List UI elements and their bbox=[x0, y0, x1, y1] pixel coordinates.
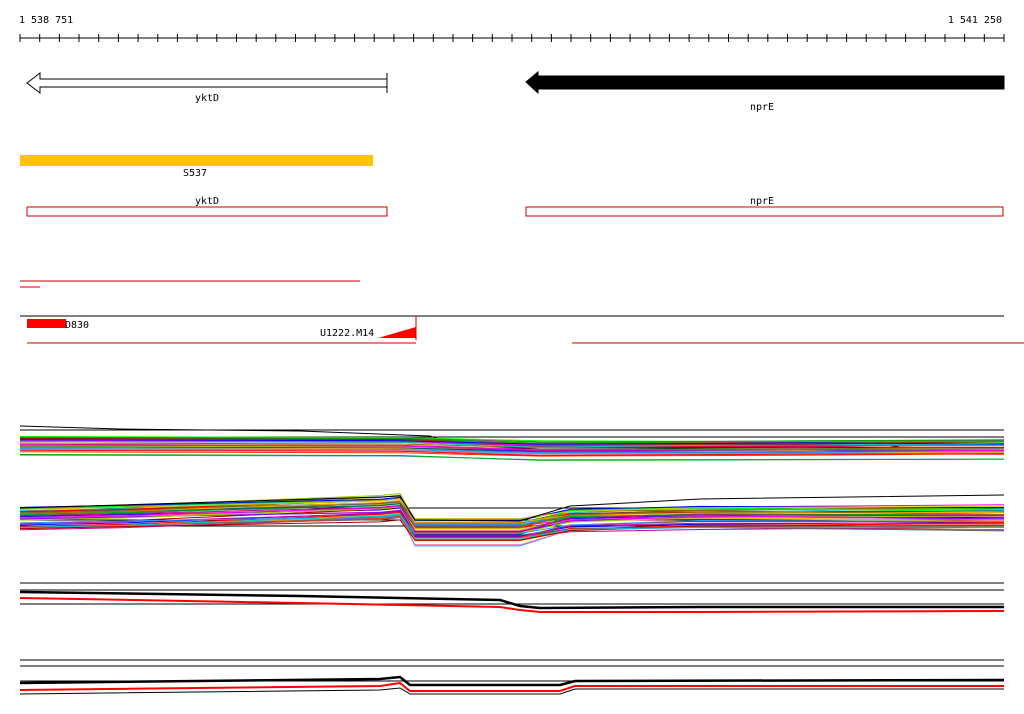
red-line-track bbox=[20, 280, 360, 288]
feature-track: D830 U1222.M14 bbox=[20, 315, 1024, 344]
panel-1-traces bbox=[19, 436, 1005, 461]
segment-bar[interactable] bbox=[20, 155, 373, 166]
gene-arrow-yktD[interactable] bbox=[26, 71, 388, 95]
ruler-end-label: 1 541 250 bbox=[948, 15, 1002, 26]
gene-track: yktD nprE bbox=[26, 70, 1005, 113]
profile-panel-1 bbox=[19, 425, 1005, 461]
profile-panel-3 bbox=[19, 582, 1005, 613]
feature-right-label: U1222.M14 bbox=[320, 328, 374, 339]
profile-panel-2 bbox=[19, 492, 1005, 547]
annotation-label-yktD: yktD bbox=[195, 196, 219, 207]
annotation-box-yktD[interactable] bbox=[26, 206, 388, 217]
annotation-track: yktD nprE bbox=[26, 196, 1004, 217]
annotation-box-nprE[interactable] bbox=[525, 206, 1004, 217]
gene-label-yktD: yktD bbox=[195, 93, 219, 104]
panel-3-red-trace bbox=[19, 597, 1005, 613]
segment-label: S537 bbox=[183, 168, 207, 179]
feature-right-triangle[interactable] bbox=[378, 327, 416, 338]
ruler: 1 538 751 1 541 250 bbox=[19, 15, 1005, 42]
gene-label-nprE: nprE bbox=[750, 102, 774, 113]
annotation-label-nprE: nprE bbox=[750, 196, 774, 207]
genome-browser-view: 1 538 751 1 541 250 yktD nprE S537 yktD … bbox=[0, 0, 1024, 714]
ruler-start-label: 1 538 751 bbox=[19, 15, 73, 26]
segment-track: S537 bbox=[20, 155, 373, 179]
gene-arrow-nprE[interactable] bbox=[525, 70, 1005, 95]
feature-left-label: D830 bbox=[65, 320, 89, 331]
profile-panel-4 bbox=[19, 659, 1005, 695]
feature-left-block[interactable] bbox=[27, 319, 66, 328]
